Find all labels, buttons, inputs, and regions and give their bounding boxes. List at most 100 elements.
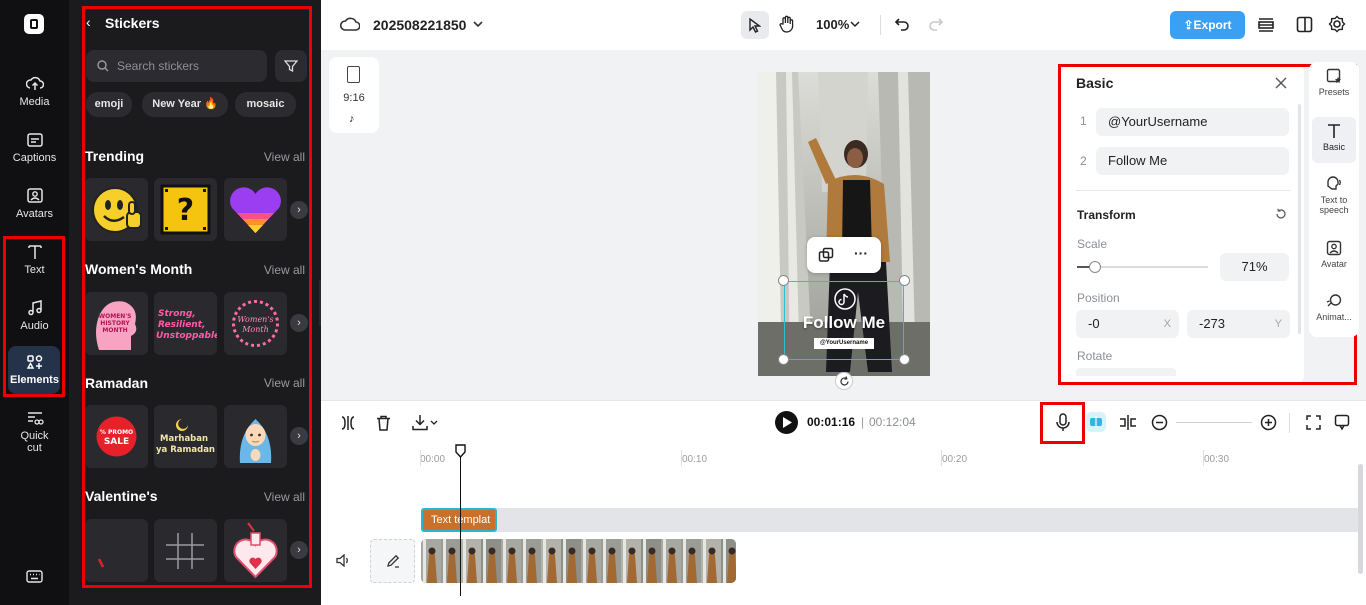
zoom-chevron-down-icon[interactable] bbox=[850, 21, 860, 28]
zoom-level[interactable]: 100% bbox=[816, 17, 849, 32]
ruler-tick-label: 00:00 bbox=[420, 454, 446, 465]
search-input[interactable]: Search stickers bbox=[86, 50, 267, 82]
aspect-ratio-card[interactable]: 9:16 ♪ bbox=[329, 57, 379, 133]
tool-animation[interactable]: Animat... bbox=[1309, 293, 1359, 322]
position-x-field[interactable]: -0 X bbox=[1076, 310, 1179, 338]
scroll-right-ramadan[interactable]: › bbox=[290, 427, 308, 445]
duplicate-icon[interactable] bbox=[818, 247, 834, 263]
resize-handle-bottom-right[interactable] bbox=[899, 354, 910, 365]
resize-handle-bottom-left[interactable] bbox=[778, 354, 789, 365]
view-all-valentines[interactable]: View all bbox=[264, 490, 305, 504]
view-all-ramadan[interactable]: View all bbox=[264, 376, 305, 390]
auto-snap-toggle[interactable] bbox=[1086, 412, 1106, 432]
video-clip[interactable] bbox=[421, 539, 736, 583]
redo-icon[interactable] bbox=[928, 16, 944, 31]
view-all-trending[interactable]: View all bbox=[264, 150, 305, 164]
hand-tool-icon[interactable] bbox=[779, 15, 795, 33]
time-ruler[interactable]: 00:00 00:10 00:20 00:30 bbox=[420, 444, 1366, 466]
zoom-out-icon[interactable] bbox=[1151, 414, 1168, 431]
zoom-in-icon[interactable] bbox=[1260, 414, 1277, 431]
tool-basic[interactable]: Basic bbox=[1309, 123, 1359, 152]
position-y-field[interactable]: -273 Y bbox=[1187, 310, 1290, 338]
speech-icon bbox=[1327, 176, 1341, 190]
sticker-thumbs-up-emoji[interactable] bbox=[85, 178, 148, 241]
select-tool-button[interactable] bbox=[741, 11, 769, 39]
playhead-handle[interactable] bbox=[455, 444, 466, 458]
rail-item-audio[interactable]: Audio bbox=[0, 300, 69, 352]
sticker-promo-sale[interactable]: % PROMO SALE bbox=[85, 405, 148, 468]
chevron-down-icon[interactable] bbox=[472, 20, 484, 28]
settings-gear-icon[interactable] bbox=[1328, 15, 1346, 33]
text-field-username[interactable]: @YourUsername bbox=[1096, 108, 1289, 136]
split-icon[interactable] bbox=[340, 415, 356, 431]
scale-slider-knob[interactable] bbox=[1089, 261, 1102, 273]
rail-item-text[interactable]: Text bbox=[0, 244, 69, 296]
reset-icon[interactable] bbox=[1275, 208, 1287, 220]
split-layout-icon[interactable] bbox=[1296, 16, 1313, 33]
app-logo[interactable] bbox=[24, 14, 44, 34]
divider bbox=[880, 15, 881, 35]
tool-presets[interactable]: Presets bbox=[1309, 68, 1359, 97]
project-name[interactable]: 202508221850 bbox=[373, 17, 466, 33]
scroll-right-valentines[interactable]: › bbox=[290, 541, 308, 559]
panel-scrollbar[interactable] bbox=[1298, 104, 1301, 334]
sticker-womens-month-wreath[interactable]: Women's Month bbox=[224, 292, 287, 355]
rail-label: Text bbox=[24, 264, 45, 276]
more-options-icon[interactable]: ··· bbox=[854, 245, 868, 261]
keyboard-shortcuts-button[interactable] bbox=[26, 570, 43, 583]
undo-icon[interactable] bbox=[894, 16, 910, 31]
chip-mosaic[interactable]: mosaic bbox=[235, 92, 296, 117]
sticker-hijab-girl[interactable] bbox=[224, 405, 287, 468]
zoom-slider-track[interactable] bbox=[1176, 422, 1252, 423]
rail-item-avatars[interactable]: Avatars bbox=[0, 188, 69, 240]
play-button[interactable] bbox=[775, 411, 798, 434]
rail-item-quick-cut[interactable]: Quick cut bbox=[0, 410, 69, 460]
rotate-field[interactable] bbox=[1076, 368, 1176, 376]
playhead-line[interactable] bbox=[460, 454, 461, 596]
sticker-womens-history-month[interactable]: WOMEN'S HISTORY MONTH bbox=[85, 292, 148, 355]
scale-value-field[interactable]: 71% bbox=[1220, 253, 1289, 281]
sticker-question-block[interactable]: ? bbox=[154, 178, 217, 241]
rail-item-media[interactable]: Media bbox=[0, 76, 69, 128]
resize-handle-top-right[interactable] bbox=[899, 275, 910, 286]
cloud-sync-icon[interactable] bbox=[340, 16, 360, 32]
chip-new-year[interactable]: New Year 🔥 bbox=[142, 92, 228, 117]
tool-text-to-speech[interactable]: Text to speech bbox=[1309, 176, 1359, 215]
sticker-red-stroke[interactable] bbox=[85, 519, 148, 582]
layers-icon[interactable] bbox=[1257, 16, 1275, 34]
sticker-love-potion[interactable] bbox=[224, 519, 287, 582]
edit-cover-button[interactable] bbox=[370, 539, 415, 583]
close-icon[interactable] bbox=[1275, 77, 1287, 89]
microphone-icon[interactable] bbox=[1056, 413, 1070, 432]
rotate-icon bbox=[840, 376, 849, 386]
split-clip-icon[interactable] bbox=[1119, 414, 1137, 431]
view-all-womens-month[interactable]: View all bbox=[264, 263, 305, 277]
export-button[interactable]: ⇪Export bbox=[1170, 11, 1245, 39]
scroll-right-trending[interactable]: › bbox=[290, 201, 308, 219]
delete-icon[interactable] bbox=[376, 415, 391, 431]
rail-item-elements[interactable]: Elements bbox=[0, 354, 69, 406]
feedback-icon[interactable] bbox=[1334, 414, 1350, 431]
chip-emoji[interactable]: emoji bbox=[86, 92, 132, 117]
fit-timeline-icon[interactable] bbox=[1306, 415, 1321, 430]
transform-label: Transform bbox=[1077, 208, 1136, 222]
keyboard-icon bbox=[26, 570, 43, 583]
scroll-right-womens-month[interactable]: › bbox=[290, 314, 308, 332]
sticker-rainbow-heart[interactable] bbox=[224, 178, 287, 241]
sticker-tic-tac-toe[interactable] bbox=[154, 519, 217, 582]
back-chevron-icon[interactable]: ‹ bbox=[86, 14, 91, 30]
resize-handle-top-left[interactable] bbox=[778, 275, 789, 286]
timeline-scrollbar[interactable] bbox=[1358, 464, 1363, 574]
text-template-clip[interactable]: Text templat bbox=[421, 508, 497, 532]
download-icon[interactable] bbox=[412, 414, 438, 431]
scale-slider-track[interactable] bbox=[1077, 261, 1208, 273]
tool-avatar[interactable]: Avatar bbox=[1309, 240, 1359, 269]
element-floating-toolbar: ··· bbox=[807, 237, 881, 273]
filter-button[interactable] bbox=[275, 50, 307, 82]
sticker-marhaban-ya-ramadan[interactable]: Marhaban ya Ramadan bbox=[154, 405, 217, 468]
rotate-handle[interactable] bbox=[835, 372, 853, 390]
text-field-follow-me[interactable]: Follow Me bbox=[1096, 147, 1289, 175]
sticker-strong-resilient[interactable]: Strong, Resilient, Unstoppable bbox=[154, 292, 217, 355]
rail-item-captions[interactable]: Captions bbox=[0, 132, 69, 184]
volume-icon[interactable] bbox=[336, 554, 351, 567]
